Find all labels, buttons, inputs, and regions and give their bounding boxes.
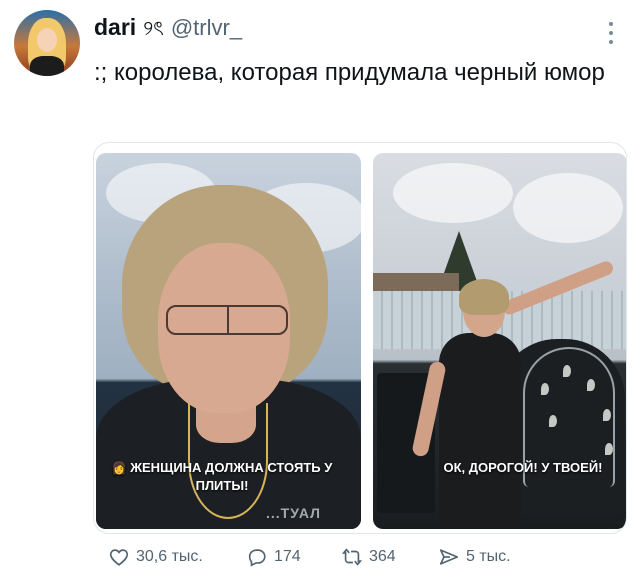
more-dot	[609, 22, 613, 26]
tweet-text: :; королева, которая придумала черный юм…	[94, 59, 605, 86]
retweet-button[interactable]: 364	[341, 546, 396, 568]
leaf	[541, 383, 549, 395]
retweet-count: 364	[369, 548, 396, 565]
avatar-body	[30, 56, 64, 76]
tweet-header: dari ୨ৎ @trlvr_	[94, 14, 242, 47]
woman-dress	[439, 333, 521, 529]
like-button[interactable]: 30,6 тыс.	[108, 546, 203, 568]
woman-emoji-icon: 👩	[111, 461, 127, 475]
reply-button[interactable]: 174	[246, 546, 301, 568]
reply-count: 174	[274, 548, 301, 565]
media-photo-right[interactable]: ОК, ДОРОГОЙ! У ТВОЕЙ!	[373, 153, 626, 529]
leaf	[605, 443, 613, 455]
more-options-icon[interactable]	[604, 22, 618, 44]
left-caption-text: ЖЕНЩИНА ДОЛЖНА СТОЯТЬ У ПЛИТЫ!	[130, 460, 333, 493]
leaf	[587, 379, 595, 391]
share-count: 5 тыс.	[466, 548, 511, 565]
media-photo-left[interactable]: 👩 ЖЕНЩИНА ДОЛЖНА СТОЯТЬ У ПЛИТЫ! ...ТУАЛ	[96, 153, 361, 529]
glasses-icon	[166, 305, 288, 335]
share-icon	[439, 549, 459, 565]
reply-icon	[248, 549, 266, 567]
heart-icon	[109, 549, 129, 566]
sky-cloud	[393, 163, 513, 223]
leaf	[563, 365, 571, 377]
woman-hair	[459, 279, 509, 315]
more-dot	[609, 40, 613, 44]
handle[interactable]: @trlvr_	[171, 15, 242, 41]
leaf	[549, 415, 557, 427]
like-count: 30,6 тыс.	[136, 548, 203, 565]
name-emoji: ୨ৎ	[143, 18, 164, 40]
more-dot	[609, 31, 613, 35]
display-name[interactable]: dari	[94, 14, 136, 41]
retweet-icon	[341, 548, 363, 566]
leaf	[603, 409, 611, 421]
share-button[interactable]: 5 тыс.	[438, 546, 511, 568]
shirt-print: ...ТУАЛ	[266, 505, 321, 521]
right-caption: ОК, ДОРОГОЙ! У ТВОЕЙ!	[443, 460, 603, 475]
avatar[interactable]	[14, 10, 80, 76]
action-bar: 30,6 тыс. 174 364 5 тыс.	[108, 546, 628, 572]
sky-cloud	[513, 173, 623, 243]
media-container: 👩 ЖЕНЩИНА ДОЛЖНА СТОЯТЬ У ПЛИТЫ! ...ТУАЛ…	[93, 142, 627, 534]
left-caption: 👩 ЖЕНЩИНА ДОЛЖНА СТОЯТЬ У ПЛИТЫ!	[102, 459, 342, 494]
avatar-face	[37, 28, 57, 52]
